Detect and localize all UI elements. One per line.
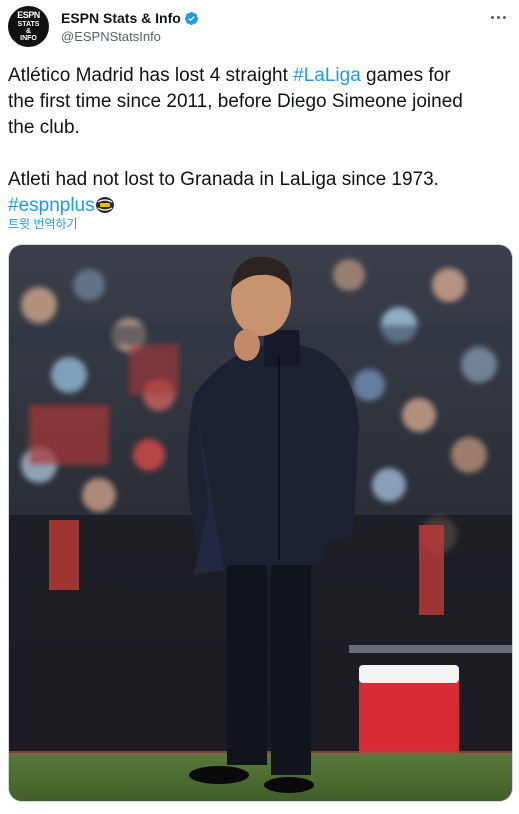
tweet-line: the club. [8, 117, 80, 138]
author-handle[interactable]: @ESPNStatsInfo [61, 29, 161, 44]
avatar-text-line: STATS [17, 21, 40, 28]
more-options-icon[interactable] [487, 8, 509, 26]
translate-tweet-link[interactable]: 트윗 번역하기 [8, 215, 78, 232]
espn-plus-ball-emoji-icon [95, 197, 114, 213]
tweet-line: Atleti had not lost to Granada in LaLiga… [8, 169, 439, 190]
avatar-text-line: & [25, 28, 32, 35]
tweet-text-segment: Atlético Madrid has lost 4 straight [8, 65, 294, 86]
photo-simeone-sideline [9, 245, 512, 801]
avatar-text: STATS & INFO [8, 21, 49, 42]
tweet-line: the first time since 2011, before Diego … [8, 91, 463, 112]
hashtag-laliga[interactable]: #LaLiga [293, 65, 361, 86]
tweet-line: Atlético Madrid has lost 4 straight #LaL… [8, 63, 513, 89]
author-display-name[interactable]: ESPN Stats & Info [61, 10, 181, 26]
verified-badge-icon [184, 11, 198, 25]
tweet-header: ESPN STATS & INFO ESPN Stats & Info @ESP… [0, 0, 519, 60]
tweet-text: Atlético Madrid has lost 4 straight #LaL… [8, 63, 513, 219]
tweet-text-segment: games for [360, 65, 451, 86]
hashtag-espnplus[interactable]: #espnplus [8, 195, 95, 216]
tweet-line: #espnplus [8, 193, 513, 219]
espn-logo: ESPN [17, 10, 40, 20]
tweet-photo[interactable] [8, 244, 513, 802]
author-avatar[interactable]: ESPN STATS & INFO [8, 6, 49, 47]
avatar-text-line: INFO [20, 35, 37, 42]
author-name-row: ESPN Stats & Info [61, 10, 199, 26]
